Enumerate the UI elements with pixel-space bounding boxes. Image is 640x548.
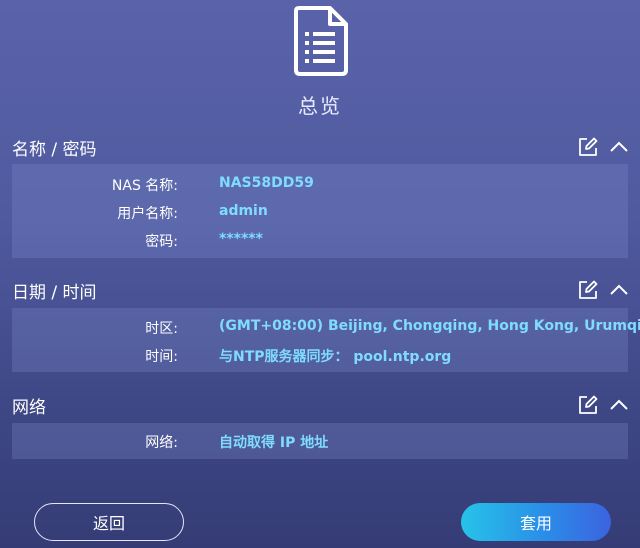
chevron-up-icon[interactable]: [608, 394, 630, 416]
row-value: (GMT+08:00) Beijing, Chongqing, Hong Kon…: [219, 318, 640, 334]
row-time: 时间: 与NTP服务器同步： pool.ntp.org: [12, 343, 628, 367]
edit-icon[interactable]: [577, 394, 599, 416]
chevron-up-icon[interactable]: [608, 136, 630, 158]
apply-button[interactable]: 套用: [461, 503, 611, 541]
row-value: 自动取得 IP 地址: [219, 435, 329, 451]
edit-icon[interactable]: [577, 136, 599, 158]
row-label: 用户名称:: [117, 206, 178, 222]
panel-datetime: 时区: (GMT+08:00) Beijing, Chongqing, Hong…: [12, 308, 640, 372]
chevron-up-icon[interactable]: [608, 279, 630, 301]
row-value: NAS58DD59: [219, 175, 314, 191]
row-label: 网络:: [145, 435, 178, 451]
row-nas-name: NAS 名称: NAS58DD59: [12, 172, 628, 196]
panel-network: 网络: 自动取得 IP 地址: [12, 423, 628, 459]
section-title-datetime: 日期 / 时间: [12, 283, 97, 303]
page-title: 总览: [298, 94, 342, 118]
document-icon: [294, 6, 348, 76]
section-title-name-password: 名称 / 密码: [12, 140, 97, 160]
row-value: admin: [219, 203, 268, 219]
row-label: 密码:: [145, 234, 178, 250]
edit-icon[interactable]: [577, 279, 599, 301]
row-network: 网络: 自动取得 IP 地址: [12, 429, 628, 453]
back-button[interactable]: 返回: [34, 503, 184, 541]
overview-header: 总览: [0, 0, 640, 124]
row-label: 时区:: [145, 321, 178, 337]
panel-name-password: NAS 名称: NAS58DD59 用户名称: admin 密码: ******: [12, 164, 628, 258]
row-password: 密码: ******: [12, 228, 628, 252]
row-value: ******: [219, 231, 263, 247]
row-label: 时间:: [145, 349, 178, 365]
row-label: NAS 名称:: [111, 178, 178, 194]
row-timezone: 时区: (GMT+08:00) Beijing, Chongqing, Hong…: [12, 315, 640, 339]
section-title-network: 网络: [12, 398, 46, 418]
row-value: 与NTP服务器同步： pool.ntp.org: [219, 349, 452, 365]
row-user-name: 用户名称: admin: [12, 200, 628, 224]
